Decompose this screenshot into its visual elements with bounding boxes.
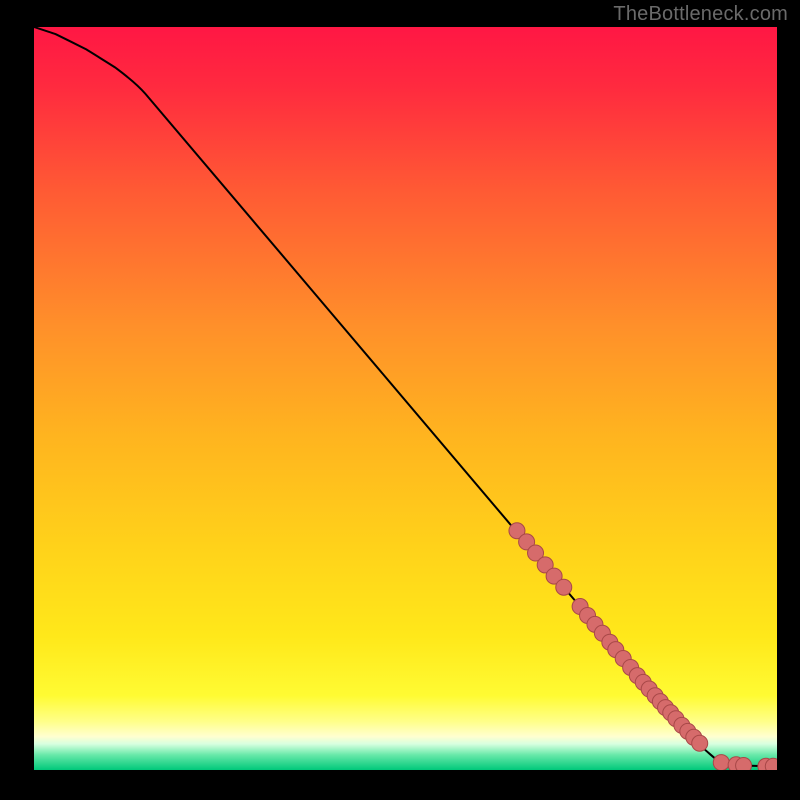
data-marker: [692, 735, 708, 751]
curve-line: [34, 27, 777, 766]
data-marker: [713, 755, 729, 770]
frame: TheBottleneck.com: [0, 0, 800, 800]
watermark-text: TheBottleneck.com: [613, 3, 788, 26]
data-marker: [736, 758, 752, 770]
data-marker: [556, 579, 572, 595]
plot-area: [34, 27, 777, 770]
markers-group: [509, 523, 777, 770]
chart-overlay: [34, 27, 777, 770]
